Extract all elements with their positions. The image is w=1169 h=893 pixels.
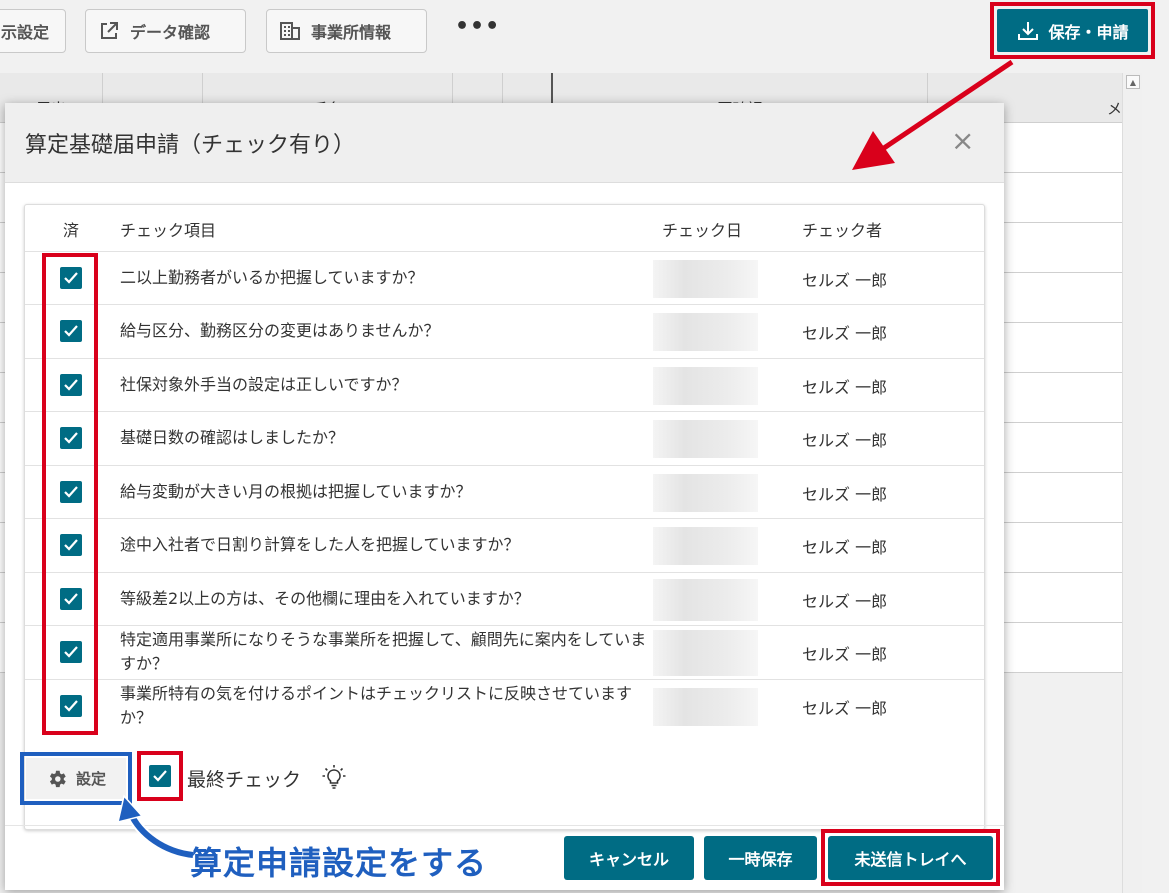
blue-arrow (116, 794, 194, 860)
annotation-arrows (116, 59, 1014, 860)
red-arrow (852, 59, 1014, 170)
